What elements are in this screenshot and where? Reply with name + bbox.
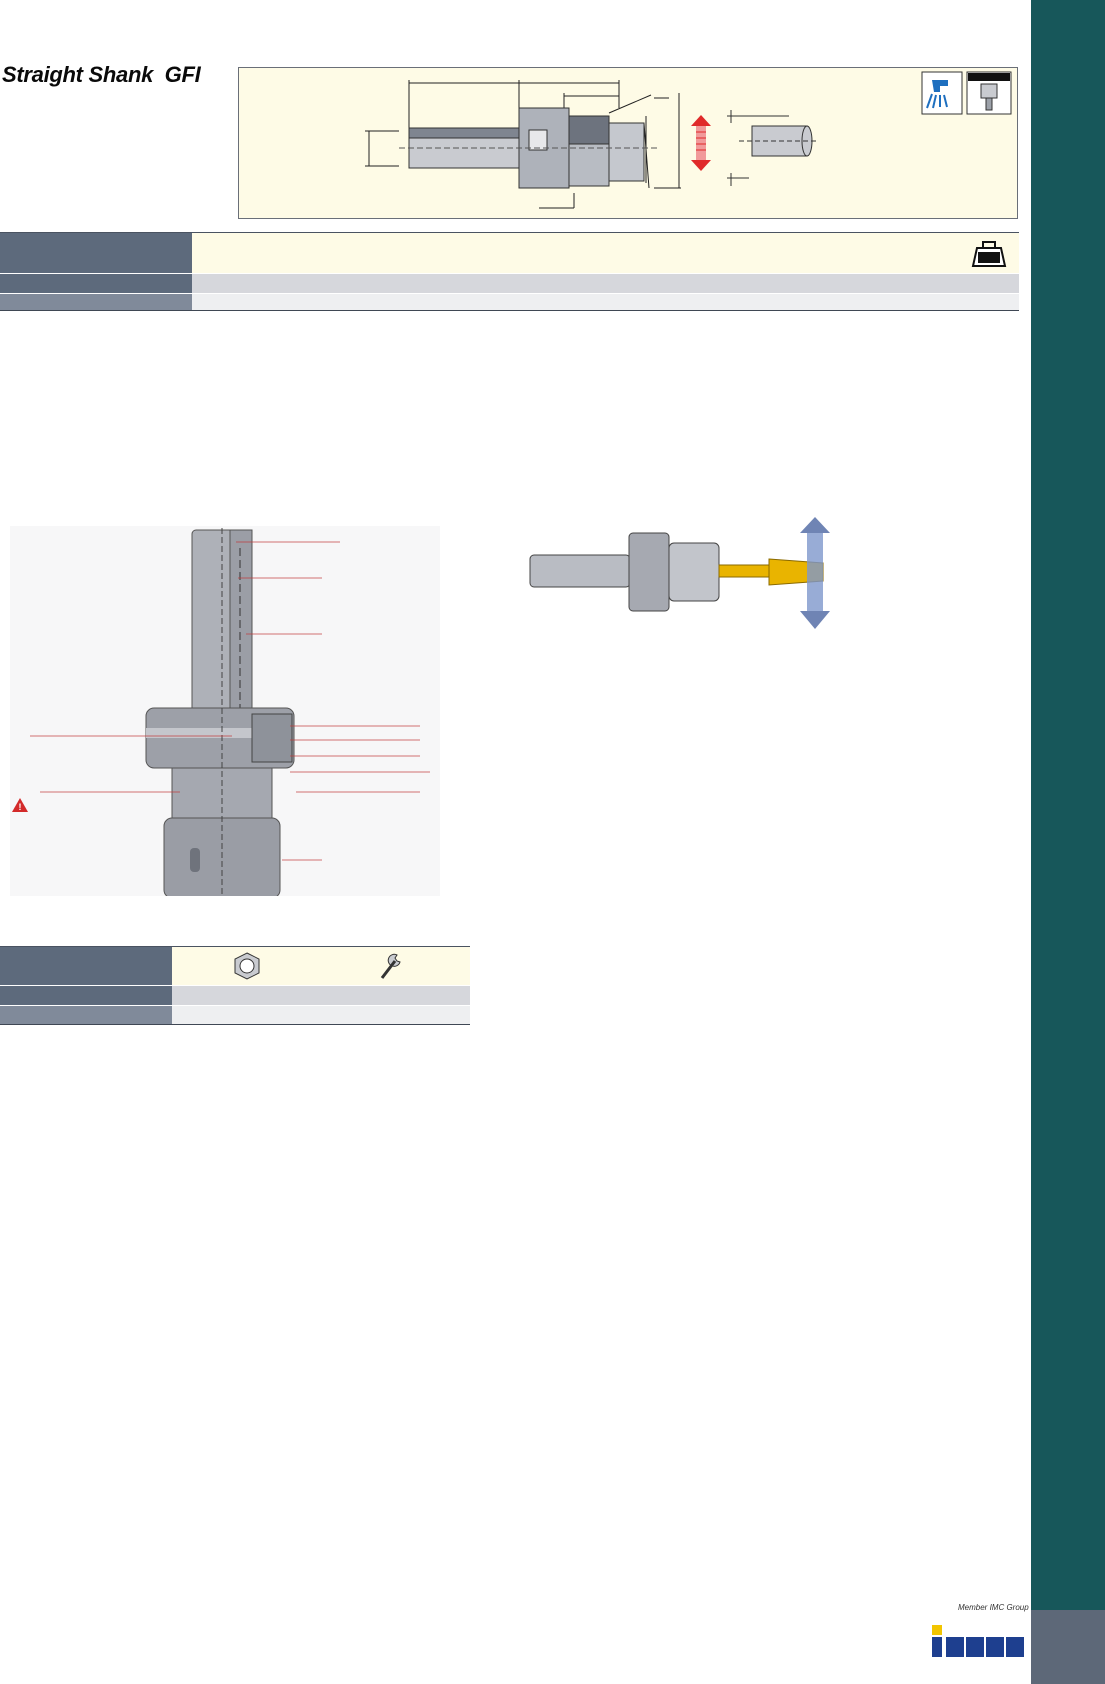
table-row [0,293,1019,311]
radial-float-arrow-icon [691,115,711,171]
specification-table [0,232,1019,311]
clamping-nut-icon [234,952,260,980]
table-row [0,1005,470,1025]
wrench-icon [380,953,401,979]
coolant-faucet-icon [921,71,963,115]
spare-parts-table [0,946,470,1025]
machine-setup-icon [966,71,1012,115]
brand-logo [932,1625,1024,1657]
specification-table-header [0,232,1019,273]
holder-dimension-drawing [365,71,1012,209]
svg-text:!: ! [19,802,22,812]
table-header-label [0,233,192,273]
section-side-tab-footer [1031,1610,1105,1684]
page-title: Straight Shank GFI [2,62,201,87]
section-side-tab [1031,0,1105,1610]
table-header-columns [192,233,1019,273]
cross-section-drawing: ! [0,518,450,899]
float-illustration [525,515,850,633]
spare-parts-table-header [0,946,470,985]
technical-drawing-panel [238,67,1018,219]
table-row [0,273,1019,293]
weight-icon [971,241,1007,267]
table-row [0,985,470,1005]
